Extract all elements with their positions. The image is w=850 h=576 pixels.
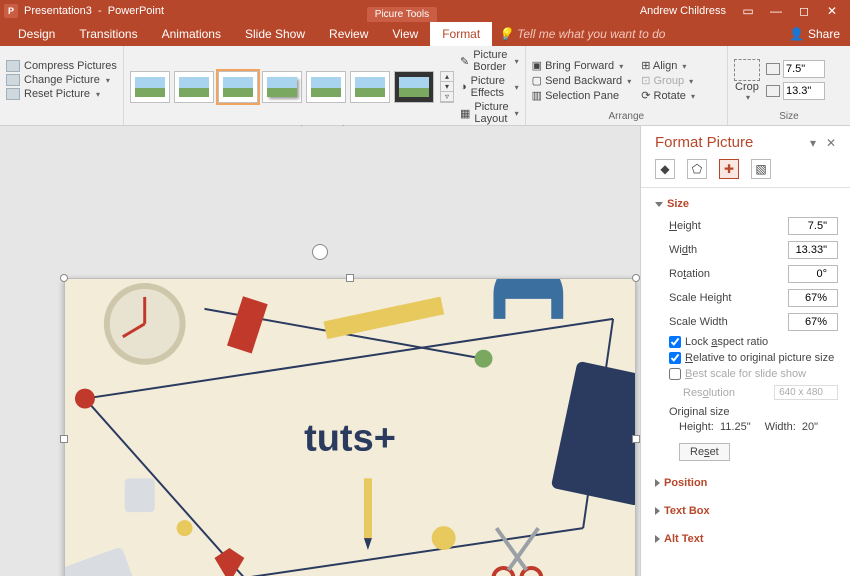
slide-logo-text: tuts+ <box>304 418 396 461</box>
resize-handle[interactable] <box>60 435 68 443</box>
tab-view[interactable]: View <box>380 22 430 46</box>
selected-picture[interactable]: tuts+ <box>64 278 636 576</box>
style-thumb[interactable] <box>394 71 434 103</box>
style-thumb[interactable] <box>174 71 214 103</box>
pane-title: Format Picture <box>655 134 804 151</box>
relative-checkbox[interactable] <box>669 352 681 364</box>
lock-aspect-checkbox[interactable] <box>669 336 681 348</box>
resize-handle[interactable] <box>632 274 640 282</box>
height-icon <box>766 63 780 75</box>
section-size[interactable]: Size <box>655 194 838 214</box>
tab-transitions[interactable]: Transitions <box>67 22 149 46</box>
crop-button[interactable]: Crop▾ <box>734 59 760 102</box>
original-width: Width: 20" <box>765 421 818 433</box>
relative-label: Relative to original picture size <box>685 352 834 364</box>
rotate-handle[interactable] <box>312 244 328 260</box>
reset-picture-button[interactable]: Reset Picture▾ <box>6 88 117 100</box>
bring-forward-button[interactable]: ▣ Bring Forward ▾ <box>532 59 632 72</box>
resolution-label: Resolution <box>683 387 735 399</box>
minimize-button[interactable]: — <box>762 4 790 18</box>
picture-border-button[interactable]: ✎ Picture Border▾ <box>460 49 519 73</box>
styles-more-button[interactable]: ▴▾▿ <box>440 71 454 103</box>
scale-height-input[interactable] <box>788 289 838 307</box>
best-scale-checkbox[interactable] <box>669 368 681 380</box>
picture-icon[interactable]: ▧ <box>751 159 771 179</box>
tab-slide-show[interactable]: Slide Show <box>233 22 317 46</box>
style-thumb[interactable] <box>218 71 258 103</box>
scale-width-label: Scale Width <box>669 316 788 328</box>
close-button[interactable]: ✕ <box>818 4 846 18</box>
best-scale-label: Best scale for slide show <box>685 368 806 380</box>
rotation-input[interactable] <box>788 265 838 283</box>
scale-width-input[interactable] <box>788 313 838 331</box>
style-thumb[interactable] <box>306 71 346 103</box>
resize-handle[interactable] <box>632 435 640 443</box>
ribbon-options-icon[interactable]: ▭ <box>734 4 762 18</box>
size-properties-icon[interactable]: ✚ <box>719 159 739 179</box>
restore-button[interactable]: ◻ <box>790 4 818 18</box>
style-thumb[interactable] <box>350 71 390 103</box>
picture-layout-button[interactable]: ▦ Picture Layout▾ <box>460 101 519 125</box>
group-label-adjust <box>6 111 117 124</box>
send-backward-button[interactable]: ▢ Send Backward ▾ <box>532 74 632 87</box>
fill-line-icon[interactable]: ◆ <box>655 159 675 179</box>
picture-styles-gallery[interactable]: ▴▾▿ <box>130 71 454 103</box>
height-label: Height <box>669 220 788 232</box>
group-label-size: Size <box>734 111 844 124</box>
pane-menu-button[interactable]: ▾ <box>804 136 822 150</box>
document-title: Presentation3 - PowerPoint <box>24 5 164 17</box>
width-label: Width <box>669 244 788 256</box>
height-input[interactable] <box>788 217 838 235</box>
picture-effects-button[interactable]: ◑ Picture Effects▾ <box>460 75 519 99</box>
compress-pictures-button[interactable]: Compress Pictures <box>6 60 117 72</box>
effects-icon[interactable]: ⬠ <box>687 159 707 179</box>
tab-animations[interactable]: Animations <box>150 22 233 46</box>
align-button[interactable]: ⊞ Align ▾ <box>641 59 695 72</box>
group-label-arrange: Arrange <box>532 111 721 124</box>
scale-height-label: Scale Height <box>669 292 788 304</box>
slide-canvas[interactable]: tuts+ <box>0 126 640 576</box>
ribbon-height-input[interactable] <box>783 60 825 78</box>
width-icon <box>766 85 780 97</box>
bulb-icon: 💡 <box>498 27 513 41</box>
style-thumb[interactable] <box>130 71 170 103</box>
pane-close-button[interactable]: ✕ <box>822 136 840 150</box>
original-size-label: Original size <box>669 406 838 418</box>
change-picture-button[interactable]: Change Picture▾ <box>6 74 117 86</box>
resolution-select: 640 x 480 <box>774 385 838 400</box>
rotate-button[interactable]: ⟳ Rotate ▾ <box>641 89 695 102</box>
resize-handle[interactable] <box>60 274 68 282</box>
format-picture-pane: Format Picture ▾ ✕ ◆ ⬠ ✚ ▧ Size Height W… <box>640 126 850 576</box>
app-icon: P <box>4 4 18 18</box>
ribbon-width-input[interactable] <box>783 82 825 100</box>
share-button[interactable]: 👤 Share <box>779 22 850 46</box>
group-button[interactable]: ⊡ Group ▾ <box>641 74 695 87</box>
style-thumb[interactable] <box>262 71 302 103</box>
reset-size-button[interactable]: Reset <box>679 443 730 461</box>
user-name[interactable]: Andrew Childress <box>640 5 726 17</box>
section-alt-text[interactable]: Alt Text <box>655 529 838 549</box>
tab-design[interactable]: Design <box>6 22 67 46</box>
tab-format[interactable]: Format <box>430 22 492 46</box>
section-position[interactable]: Position <box>655 473 838 493</box>
rotation-label: Rotation <box>669 268 788 280</box>
contextual-tab-label: Picure Tools <box>367 7 437 22</box>
lock-aspect-label: Lock aspect ratio <box>685 336 768 348</box>
selection-pane-button[interactable]: ▥ Selection Pane <box>532 89 632 102</box>
width-input[interactable] <box>788 241 838 259</box>
resize-handle[interactable] <box>346 274 354 282</box>
original-height: Height: 11.25" <box>679 421 751 433</box>
section-text-box[interactable]: Text Box <box>655 501 838 521</box>
tab-review[interactable]: Review <box>317 22 380 46</box>
tell-me-input[interactable]: 💡Tell me what you want to do <box>498 22 665 46</box>
